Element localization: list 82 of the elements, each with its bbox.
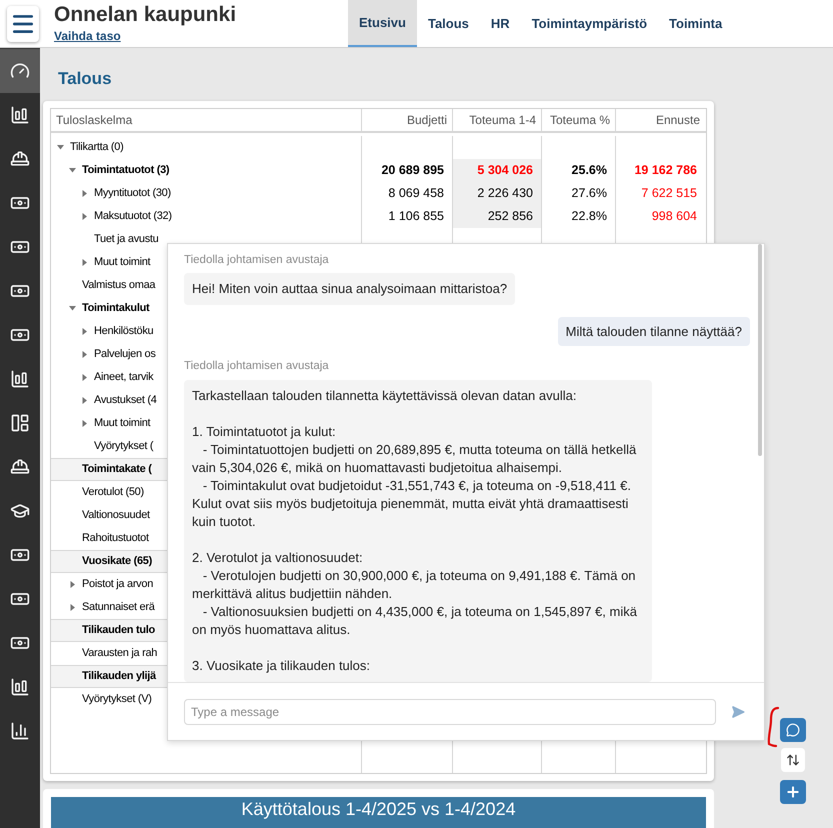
plus-icon bbox=[785, 784, 801, 800]
row-label: Tilikauden ylijä bbox=[82, 669, 156, 684]
row-label: Toimintatuotot (3) bbox=[82, 163, 170, 178]
column-header: Toteuma 1-4 bbox=[469, 112, 536, 129]
chart-icon bbox=[10, 105, 30, 125]
row-label: Toimintakate ( bbox=[82, 462, 152, 478]
caret-icon[interactable] bbox=[69, 604, 76, 611]
chat-button[interactable] bbox=[780, 718, 806, 742]
table-cell-text: 27.6% bbox=[572, 185, 607, 202]
sender-name: Tiedolla johtamisen avustaja bbox=[184, 253, 329, 268]
bar-chart-icon bbox=[10, 721, 30, 741]
table-cell-text: 19 162 786 bbox=[634, 162, 697, 180]
caret-icon[interactable] bbox=[81, 420, 88, 427]
caret-icon[interactable] bbox=[81, 397, 88, 404]
nav-tab[interactable]: Etusivu bbox=[348, 0, 417, 47]
column-header: Tuloslaskelma bbox=[56, 112, 132, 129]
table-cell-text: 22.8% bbox=[572, 208, 607, 226]
message-bubble: Miltä talouden tilanne näyttää? bbox=[558, 317, 750, 346]
chart-icon bbox=[10, 369, 30, 389]
section-title: Käyttötalous 1-4/2025 vs 1-4/2024 bbox=[241, 799, 516, 821]
row-label: Maksutuotot (32) bbox=[94, 209, 172, 224]
column-header: Budjetti bbox=[406, 112, 447, 129]
caret-icon[interactable] bbox=[81, 328, 88, 335]
row-label: Palvelujen os bbox=[94, 347, 156, 362]
chat-icon bbox=[786, 723, 800, 737]
caret-icon[interactable] bbox=[69, 167, 76, 174]
caret-icon[interactable] bbox=[57, 144, 64, 151]
table-cell-text: 2 226 430 bbox=[477, 185, 533, 202]
row-label: Vyörytykset (V) bbox=[82, 692, 152, 708]
row-label: Tuet ja avustu bbox=[94, 232, 158, 248]
layout-icon bbox=[10, 413, 30, 433]
row-label: Varausten ja rah bbox=[82, 646, 158, 662]
row-label: Tilikartta (0) bbox=[70, 140, 124, 156]
chart-icon bbox=[10, 677, 30, 697]
row-label: Vuosikate (65) bbox=[82, 554, 152, 570]
table-cell-text: 25.6% bbox=[572, 162, 607, 180]
table-cell-text: 20 689 895 bbox=[381, 162, 444, 180]
row-label: Myyntituotot (30) bbox=[94, 186, 171, 202]
row-label: Muut toimint bbox=[94, 255, 150, 270]
table-cell-text: 998 604 bbox=[652, 208, 697, 226]
send-icon bbox=[731, 704, 745, 718]
message-bubble: Hei! Miten voin auttaa sinua analysoimaan mittaristoa? bbox=[184, 273, 516, 306]
table-cell-text: 7 622 515 bbox=[641, 185, 697, 202]
row-label: Muut toimint bbox=[94, 416, 150, 432]
change-level-link[interactable]: Vaihda taso bbox=[54, 26, 121, 44]
row-label: Valtionosuudet bbox=[82, 508, 150, 524]
row-label: Rahoitustuotot bbox=[82, 531, 149, 546]
sort-button[interactable] bbox=[781, 748, 805, 772]
row-label: Henkilöstöku bbox=[94, 324, 154, 340]
row-label: Poistot ja arvon bbox=[82, 577, 154, 592]
page-title: Talous bbox=[57, 68, 112, 90]
annotation-mark bbox=[766, 706, 780, 748]
sort-icon bbox=[786, 753, 800, 767]
table-cell-text: 252 856 bbox=[488, 208, 533, 226]
message-input[interactable]: Type a message bbox=[184, 698, 716, 724]
menu-button[interactable] bbox=[7, 6, 39, 42]
row-label: Aineet, tarvik bbox=[94, 370, 154, 386]
table-cell-text: 1 106 855 bbox=[388, 208, 444, 226]
row-label: Toimintakulut bbox=[82, 301, 150, 316]
column-header: Ennuste bbox=[656, 112, 700, 129]
caret-icon[interactable] bbox=[81, 213, 88, 220]
table-cell-text: 8 069 458 bbox=[388, 185, 444, 202]
column-header: Toteuma % bbox=[550, 112, 610, 129]
add-button[interactable] bbox=[780, 780, 806, 804]
row-label: Vyörytykset ( bbox=[94, 439, 154, 454]
row-label: Tilikauden tulo bbox=[82, 623, 155, 638]
row-label: Valmistus omaa bbox=[82, 278, 156, 294]
caret-icon[interactable] bbox=[81, 259, 88, 266]
row-label: Satunnaiset erä bbox=[82, 600, 155, 616]
sender-name: Tiedolla johtamisen avustaja bbox=[184, 359, 329, 374]
caret-icon[interactable] bbox=[81, 190, 88, 197]
caret-icon[interactable] bbox=[69, 581, 76, 588]
sidebar-item[interactable] bbox=[0, 49, 40, 93]
caret-icon[interactable] bbox=[81, 374, 88, 381]
table-cell-text: 5 304 026 bbox=[477, 162, 533, 180]
row-label: Verotulot (50) bbox=[82, 485, 144, 500]
caret-icon[interactable] bbox=[69, 305, 76, 312]
caret-icon[interactable] bbox=[81, 351, 88, 358]
message-bubble: Tarkastellaan talouden tilannetta käytettävissä olevan datan avulla: 1. Toimintatuotot ja kulut: - Toimintatuottojen budjetti on 20,689,895 €, mutta toteuma on tällä hetkellä vain 5,304,026 €, mikä on huomattavasti budjetoitua alhaisempi. - Toimintakulut ovat budjetoidut -31,551,743 €, ja toteuma on -9,518,411 €. Kulut ovat siis myös budjetoituja pienemmät, mutta eivät yhtä dramaattisesti kuin tuotot. 2. Verotulot ja valtionosuudet: - Verotulojen budjetti on 30,900,000 €, ja toteuma on 9,491,188 €. Tämä on merkittävä alitus budjettiin nähden. - Valtionosuuksien budjetti on 4,435,000 €, ja toteuma on 1,545,897 €, mikä on myös huomattava alitus. 3. Vuosikate ja tilikauden tulos: bbox=[184, 380, 652, 682]
scrollbar[interactable] bbox=[758, 244, 762, 456]
app-title: Onnelan kaupunki bbox=[54, 2, 238, 26]
row-label: Avustukset (4 bbox=[94, 393, 157, 408]
